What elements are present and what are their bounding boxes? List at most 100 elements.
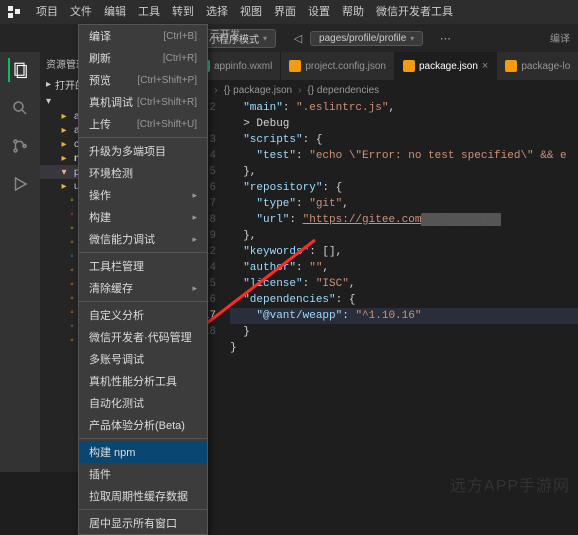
code-line: "keywords": [], — [230, 244, 578, 260]
menu-10[interactable]: 微信开发者工具 — [370, 0, 459, 24]
menu-3[interactable]: 工具 — [132, 0, 166, 24]
watermark-text: 远方APP手游网 — [450, 472, 570, 496]
menu-shortcut: [Ctrl+Shift+R] — [137, 97, 197, 108]
menu-item[interactable]: 微信开发者·代码管理 — [79, 326, 207, 348]
code-line: "test": "echo \"Error: no test specified… — [230, 148, 578, 164]
editor-tab[interactable]: project.config.json — [281, 52, 395, 80]
menu-8[interactable]: 设置 — [302, 0, 336, 24]
file-icon: ◦ — [66, 320, 78, 332]
menu-item[interactable]: 产品体验分析(Beta) — [79, 414, 207, 436]
menu-item-label: 真机调试 — [89, 94, 133, 110]
menu-item[interactable]: 操作▸ — [79, 184, 207, 206]
menu-2[interactable]: 编辑 — [98, 0, 132, 24]
menu-item-label: 微信能力调试 — [89, 231, 155, 247]
code-line: "author": "", — [230, 260, 578, 276]
debug-icon[interactable] — [8, 172, 32, 196]
code-line: } — [230, 324, 578, 340]
file-icon: ◦ — [66, 264, 78, 276]
editor-tab[interactable]: package.json× — [395, 52, 497, 80]
menu-item-label: 清除缓存 — [89, 280, 133, 296]
cloud-dev-label[interactable]: 云开发 — [210, 26, 240, 41]
menu-item-label: 操作 — [89, 187, 111, 203]
chevron-right-icon: › — [214, 85, 217, 96]
file-icon — [289, 60, 301, 72]
menu-item[interactable]: 真机调试 [Ctrl+Shift+R] — [79, 91, 207, 113]
menu-item-label: 产品体验分析(Beta) — [89, 417, 185, 433]
code-line: } — [230, 340, 578, 356]
menu-item[interactable]: 构建 npm — [79, 441, 207, 463]
code-line: }, — [230, 228, 578, 244]
breadcrumb[interactable]: ... › {} package.json › {} dependencies — [190, 80, 578, 100]
menu-item[interactable]: 升级为多端项目 — [79, 140, 207, 162]
code-line: "@vant/weapp": "^1.10.16" — [230, 308, 578, 324]
menubar: 项目文件编辑工具转到选择视图界面设置帮助微信开发者工具 — [0, 0, 578, 24]
menu-item[interactable]: 自动化测试 — [79, 392, 207, 414]
crumb-part: {} dependencies — [307, 85, 379, 96]
menu-item[interactable]: 预览[Ctrl+Shift+P] — [79, 69, 207, 91]
menu-item[interactable]: 工具栏管理 — [79, 255, 207, 277]
menu-item[interactable]: 刷新[Ctrl+R] — [79, 47, 207, 69]
menu-item[interactable]: 自定义分析 — [79, 304, 207, 326]
menu-item[interactable]: 微信能力调试 ▸ — [79, 228, 207, 250]
editor-tab[interactable]: package-lo — [497, 52, 578, 80]
menu-item[interactable]: 真机性能分析工具 — [79, 370, 207, 392]
menu-item[interactable]: 居中显示所有窗口 — [79, 512, 207, 534]
code-line: "url": "https://gitee.com████████████ — [230, 212, 578, 228]
close-icon[interactable]: × — [482, 60, 488, 72]
menu-item[interactable]: 构建▸ — [79, 206, 207, 228]
code-line: "dependencies": { — [230, 292, 578, 308]
menu-item-label: 居中显示所有窗口 — [89, 515, 177, 531]
menu-item[interactable]: 上传[Ctrl+Shift+U] — [79, 113, 207, 135]
folder-icon: ▾ — [58, 166, 70, 178]
chevron-right-icon: ▸ — [192, 212, 197, 223]
prev-icon[interactable]: ◁ — [288, 28, 308, 48]
file-icon: ◦ — [66, 236, 78, 248]
file-icon: ◦ — [66, 278, 78, 290]
path-selector[interactable]: pages/profile/profile ▾ — [310, 31, 423, 46]
menu-shortcut: [Ctrl+B] — [163, 31, 197, 42]
menu-item[interactable]: 拉取周期性缓存数据 — [79, 485, 207, 507]
menu-item[interactable]: 编译 [Ctrl+B] — [79, 25, 207, 47]
menu-9[interactable]: 帮助 — [336, 0, 370, 24]
menu-4[interactable]: 转到 — [166, 0, 200, 24]
app-logo-icon — [4, 2, 24, 22]
menu-0[interactable]: 项目 — [30, 0, 64, 24]
menu-6[interactable]: 视图 — [234, 0, 268, 24]
chevron-down-icon: ▾ — [46, 96, 51, 107]
menu-shortcut: [Ctrl+R] — [163, 53, 197, 64]
compile-label[interactable]: 编译 — [550, 30, 570, 45]
menu-item-label: 构建 npm — [89, 444, 135, 460]
chevron-right-icon: ▸ — [192, 234, 197, 245]
source-control-icon[interactable] — [8, 134, 32, 158]
menu-shortcut: [Ctrl+Shift+P] — [138, 75, 197, 86]
menu-item-label: 编译 — [89, 28, 111, 44]
code-editor[interactable]: 2⌄345⌄6789121415⌄161718 "main": ".eslint… — [190, 100, 578, 472]
menu-item-label: 插件 — [89, 466, 111, 482]
editor-tabs: appinfo.wxml project.config.jsonpackage.j… — [190, 52, 578, 80]
chevron-down-icon: ▾ — [263, 34, 267, 43]
more-icon[interactable]: ⋯ — [435, 28, 455, 48]
file-icon: ◦ — [66, 306, 78, 318]
menu-item-label: 真机性能分析工具 — [89, 373, 177, 389]
explorer-icon[interactable] — [8, 58, 32, 82]
menu-item-label: 微信开发者·代码管理 — [89, 329, 192, 345]
menu-item-label: 自动化测试 — [89, 395, 144, 411]
code-line: }, — [230, 164, 578, 180]
editor-area: appinfo.wxml project.config.jsonpackage.j… — [190, 52, 578, 472]
menu-5[interactable]: 选择 — [200, 0, 234, 24]
file-icon: ◦ — [66, 208, 78, 220]
menu-item-label: 工具栏管理 — [89, 258, 144, 274]
menu-item[interactable]: 插件 — [79, 463, 207, 485]
menu-item[interactable]: 环境检测 — [79, 162, 207, 184]
menu-7[interactable]: 界面 — [268, 0, 302, 24]
menu-item[interactable]: 多账号调试 — [79, 348, 207, 370]
tab-label: appinfo.wxml — [214, 61, 272, 72]
folder-icon: ▸ — [58, 110, 70, 122]
search-icon[interactable] — [8, 96, 32, 120]
file-icon: ◦ — [66, 222, 78, 234]
chevron-right-icon: ▸ — [192, 283, 197, 294]
menu-1[interactable]: 文件 — [64, 0, 98, 24]
menu-item-label: 上传 — [89, 116, 111, 132]
file-icon — [403, 60, 415, 72]
menu-item[interactable]: 清除缓存 ▸ — [79, 277, 207, 299]
